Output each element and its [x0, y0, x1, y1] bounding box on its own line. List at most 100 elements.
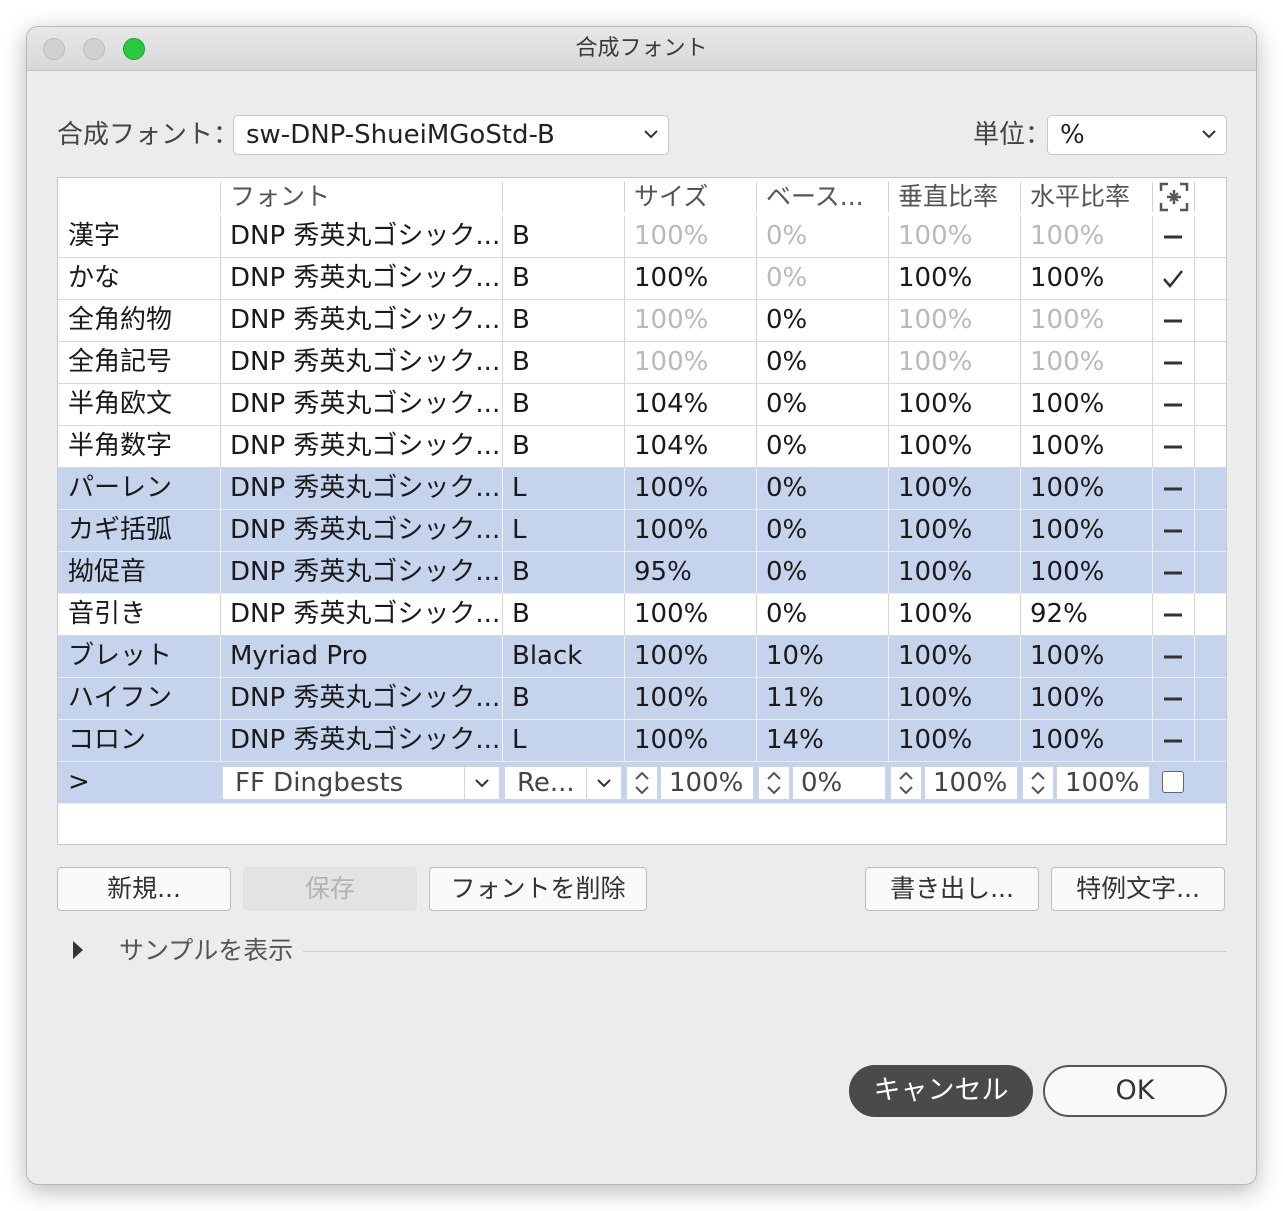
- component-name: ハイフン: [68, 683, 173, 713]
- table-row[interactable]: 漢字 DNP 秀英丸ゴシック... B 100% 0% 100% 100%: [58, 216, 1226, 258]
- header-vertical-scale[interactable]: 垂直比率: [898, 178, 1020, 216]
- vertical-scale-value: 100%: [898, 557, 973, 587]
- size-stepper[interactable]: [626, 766, 658, 800]
- dash-icon[interactable]: [1162, 226, 1184, 248]
- vertical-scale-input[interactable]: 100%: [924, 766, 1018, 800]
- size-value: 100%: [634, 515, 709, 545]
- font-style: L: [512, 725, 527, 755]
- baseline-value: 0%: [766, 473, 808, 503]
- composite-font-table[interactable]: フォント サイズ ベース... 垂直比率 水平比率 漢字 DNP 秀英丸ゴシック.…: [57, 177, 1227, 845]
- export-button[interactable]: 書き出し...: [865, 867, 1039, 911]
- font-name: Myriad Pro: [230, 641, 368, 671]
- checkmark-icon[interactable]: [1162, 268, 1184, 290]
- chevron-down-icon: [597, 779, 611, 788]
- dash-icon[interactable]: [1162, 352, 1184, 374]
- component-name: 全角記号: [68, 347, 173, 377]
- new-button[interactable]: 新規...: [57, 867, 231, 911]
- font-name: DNP 秀英丸ゴシック...: [230, 263, 500, 293]
- header-size[interactable]: サイズ: [634, 178, 754, 216]
- dash-icon[interactable]: [1162, 604, 1184, 626]
- size-value: 100%: [634, 263, 709, 293]
- dash-icon[interactable]: [1162, 646, 1184, 668]
- dash-icon[interactable]: [1162, 436, 1184, 458]
- font-name: DNP 秀英丸ゴシック...: [230, 683, 500, 713]
- show-sample-label[interactable]: サンプルを表示: [119, 931, 293, 971]
- table-row[interactable]: 全角記号 DNP 秀英丸ゴシック... B 100% 0% 100% 100%: [58, 342, 1226, 384]
- baseline-value: 0%: [766, 263, 808, 293]
- table-row[interactable]: コロン DNP 秀英丸ゴシック... L 100% 14% 100% 100%: [58, 720, 1226, 762]
- horizontal-scale-input[interactable]: 100%: [1056, 766, 1150, 800]
- dash-icon[interactable]: [1162, 730, 1184, 752]
- table-row[interactable]: 全角約物 DNP 秀英丸ゴシック... B 100% 0% 100% 100%: [58, 300, 1226, 342]
- unit-label: 単位：: [973, 120, 1052, 150]
- header-font[interactable]: フォント: [230, 178, 500, 216]
- window-title: 合成フォント: [575, 36, 708, 61]
- sample-divider: [303, 951, 1227, 952]
- component-name: ブレット: [68, 641, 173, 671]
- edit-row-name: >: [68, 767, 90, 797]
- table-row[interactable]: 半角欧文 DNP 秀英丸ゴシック... B 104% 0% 100% 100%: [58, 384, 1226, 426]
- table-row[interactable]: ブレット Myriad Pro Black 100% 10% 100% 100%: [58, 636, 1226, 678]
- vertical-scale-value: 100%: [898, 389, 973, 419]
- baseline-input[interactable]: 0%: [792, 766, 886, 800]
- save-button[interactable]: 保存: [243, 867, 417, 911]
- dash-icon[interactable]: [1162, 310, 1184, 332]
- font-style: Black: [512, 641, 583, 671]
- table-row[interactable]: 拗促音 DNP 秀英丸ゴシック... B 95% 0% 100% 100%: [58, 552, 1226, 594]
- header-component: [68, 178, 218, 216]
- component-name: 半角欧文: [68, 389, 173, 419]
- size-value: 100%: [634, 725, 709, 755]
- size-value: 100%: [634, 305, 709, 335]
- dash-icon[interactable]: [1162, 394, 1184, 416]
- font-name: DNP 秀英丸ゴシック...: [230, 389, 500, 419]
- baseline-value: 11%: [766, 683, 824, 713]
- table-row[interactable]: かな DNP 秀英丸ゴシック... B 100% 0% 100% 100%: [58, 258, 1226, 300]
- horizontal-scale-value: 92%: [1030, 599, 1088, 629]
- table-row[interactable]: 半角数字 DNP 秀英丸ゴシック... B 104% 0% 100% 100%: [58, 426, 1226, 468]
- table-row[interactable]: パーレン DNP 秀英丸ゴシック... L 100% 0% 100% 100%: [58, 468, 1226, 510]
- table-row[interactable]: ハイフン DNP 秀英丸ゴシック... B 100% 11% 100% 100%: [58, 678, 1226, 720]
- stepper-arrows-icon: [767, 771, 781, 795]
- font-family-select[interactable]: FF Dingbests: [222, 766, 500, 800]
- size-value: 100%: [634, 221, 709, 251]
- font-style: L: [512, 473, 527, 503]
- font-style: B: [512, 305, 530, 335]
- dash-icon[interactable]: [1162, 478, 1184, 500]
- font-name: DNP 秀英丸ゴシック...: [230, 599, 500, 629]
- unit-select[interactable]: %: [1047, 115, 1227, 155]
- composite-font-select[interactable]: sw-DNP-ShueiMGoStd-B: [233, 115, 669, 155]
- table-row[interactable]: 音引き DNP 秀英丸ゴシック... B 100% 0% 100% 92%: [58, 594, 1226, 636]
- disclosure-triangle-icon[interactable]: [71, 939, 85, 961]
- horizontal-scale-stepper[interactable]: [1022, 766, 1054, 800]
- font-style-select[interactable]: Re...: [504, 766, 622, 800]
- table-row[interactable]: カギ括弧 DNP 秀英丸ゴシック... L 100% 0% 100% 100%: [58, 510, 1226, 552]
- header-horizontal-scale[interactable]: 水平比率: [1030, 178, 1152, 216]
- vertical-scale-stepper[interactable]: [890, 766, 922, 800]
- dash-icon[interactable]: [1162, 562, 1184, 584]
- size-input[interactable]: 100%: [660, 766, 754, 800]
- vertical-scale-value: 100%: [898, 263, 973, 293]
- dash-icon[interactable]: [1162, 520, 1184, 542]
- font-style: B: [512, 431, 530, 461]
- align-icon[interactable]: [1159, 182, 1189, 212]
- edit-row-checkbox[interactable]: [1162, 771, 1184, 793]
- font-style: B: [512, 557, 530, 587]
- component-name: カギ括弧: [68, 515, 173, 545]
- size-value: 104%: [634, 389, 709, 419]
- cancel-button[interactable]: キャンセル: [849, 1065, 1033, 1117]
- custom-characters-button[interactable]: 特例文字...: [1051, 867, 1225, 911]
- table-header: フォント サイズ ベース... 垂直比率 水平比率: [58, 178, 1226, 217]
- size-value: 100%: [634, 347, 709, 377]
- header-baseline[interactable]: ベース...: [766, 178, 888, 216]
- font-name: DNP 秀英丸ゴシック...: [230, 221, 500, 251]
- delete-font-button[interactable]: フォントを削除: [429, 867, 647, 911]
- horizontal-scale-value: 100%: [1030, 263, 1105, 293]
- baseline-stepper[interactable]: [758, 766, 790, 800]
- header-style[interactable]: [512, 178, 622, 216]
- vertical-scale-value: 100%: [898, 473, 973, 503]
- dash-icon[interactable]: [1162, 688, 1184, 710]
- stepper-arrows-icon: [635, 771, 649, 795]
- ok-button[interactable]: OK: [1043, 1065, 1227, 1117]
- font-name: DNP 秀英丸ゴシック...: [230, 431, 500, 461]
- edit-row[interactable]: > FF Dingbests Re... 100% 0% 100% 100%: [58, 762, 1226, 804]
